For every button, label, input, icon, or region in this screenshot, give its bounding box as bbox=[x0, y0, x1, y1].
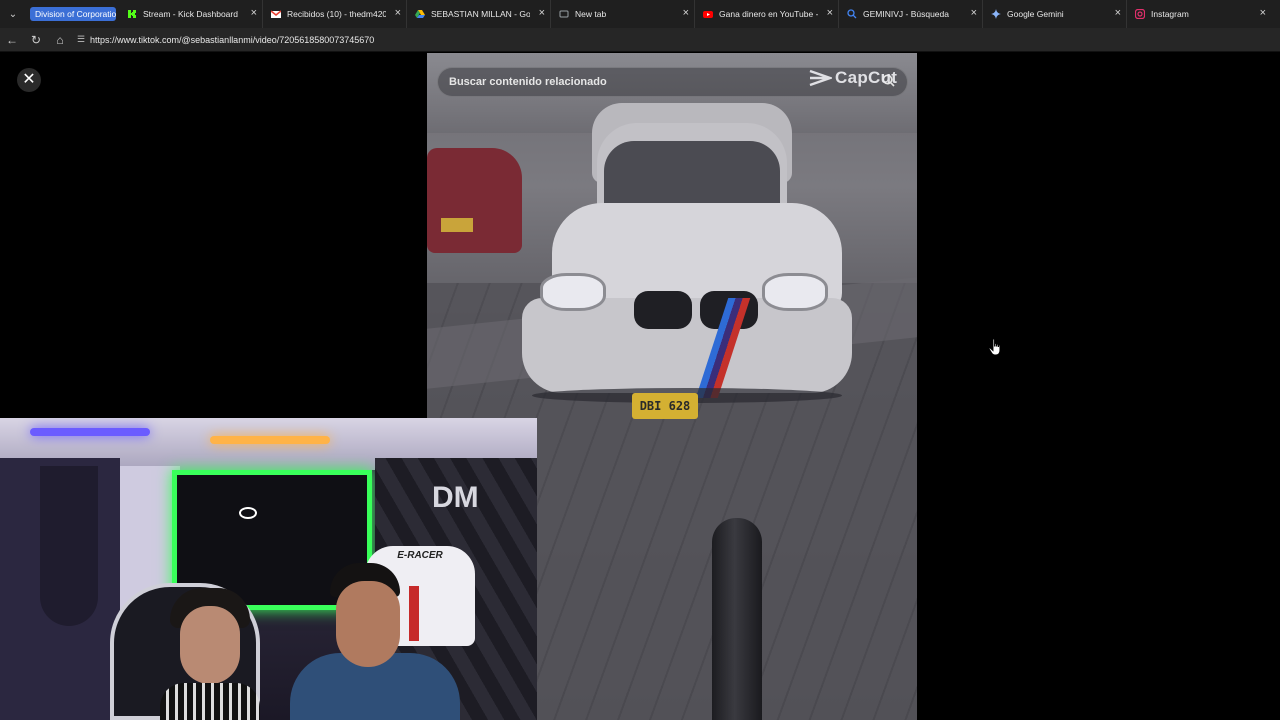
tab-google-drive[interactable]: SEBASTIAN MILLAN - Google × bbox=[407, 0, 551, 28]
site-settings-icon[interactable]: ☰ bbox=[72, 34, 90, 45]
back-arrow-icon[interactable]: ← bbox=[0, 28, 24, 52]
tab-gemini[interactable]: Google Gemini × bbox=[983, 0, 1127, 28]
tab-kick-dashboard[interactable]: Stream - Kick Dashboard × bbox=[119, 0, 263, 28]
instagram-icon bbox=[1135, 9, 1145, 19]
close-tab-icon[interactable]: × bbox=[395, 8, 401, 19]
capcut-watermark: CapCut bbox=[808, 67, 897, 89]
cam-led-purple bbox=[30, 428, 150, 436]
newtab-icon bbox=[559, 9, 569, 19]
tab-label: Recibidos (10) - thedm420@ bbox=[287, 9, 386, 19]
cam-person-right bbox=[290, 563, 460, 720]
watermark-text: CapCut bbox=[835, 68, 898, 87]
youtube-icon bbox=[703, 9, 713, 19]
capcut-logo-icon bbox=[809, 69, 832, 87]
close-tab-icon[interactable]: × bbox=[251, 8, 257, 19]
tab-google-search[interactable]: GEMINIVJ - Búsqueda × bbox=[839, 0, 983, 28]
url-text: https://www.tiktok.com/@sebastianllanmi/… bbox=[90, 34, 375, 45]
reload-icon[interactable]: ↻ bbox=[24, 28, 48, 52]
tab-label: Google Gemini bbox=[1007, 9, 1064, 19]
tab-group-label[interactable]: Division of Corporatio bbox=[30, 7, 116, 21]
tab-label: SEBASTIAN MILLAN - Google bbox=[431, 9, 530, 19]
video-scene-red-car bbox=[427, 148, 522, 253]
chair-brand-label: E-RACER bbox=[397, 550, 443, 561]
cam-person-left bbox=[160, 588, 260, 720]
car-grille-left bbox=[634, 291, 692, 329]
car-headlight-right bbox=[762, 273, 828, 311]
google-drive-icon bbox=[415, 9, 425, 19]
video-scene-bollard bbox=[712, 518, 762, 720]
tab-label: Gana dinero en YouTube - Yo bbox=[719, 9, 818, 19]
close-tab-icon[interactable]: × bbox=[827, 8, 833, 19]
close-tab-icon[interactable]: × bbox=[1115, 8, 1121, 19]
gemini-icon bbox=[991, 9, 1001, 19]
search-icon bbox=[847, 9, 857, 19]
url-field[interactable]: ☰ https://www.tiktok.com/@sebastianllanm… bbox=[72, 30, 1274, 50]
tab-label: New tab bbox=[575, 9, 607, 19]
person-left-shirt bbox=[160, 683, 260, 720]
webcam-overlay: DM E-RACER bbox=[0, 418, 537, 720]
tab-youtube[interactable]: Gana dinero en YouTube - Yo × bbox=[695, 0, 839, 28]
video-scene-white-car: DBI 628 bbox=[522, 123, 852, 419]
tab-new-tab[interactable]: New tab × bbox=[551, 0, 695, 28]
tab-label: GEMINIVJ - Búsqueda bbox=[863, 9, 949, 19]
tab-search-chevron-icon[interactable]: ⌄ bbox=[0, 0, 26, 28]
close-tab-icon[interactable]: × bbox=[683, 8, 689, 19]
car-headlight-left bbox=[540, 273, 606, 311]
tab-strip: ⌄ Division of Corporatio Stream - Kick D… bbox=[0, 0, 1280, 28]
tab-label: Instagram bbox=[1151, 9, 1189, 19]
hand-pointer-cursor-icon bbox=[988, 338, 1001, 356]
cam-ring-light bbox=[239, 507, 257, 519]
tab-label: Stream - Kick Dashboard bbox=[143, 9, 238, 19]
close-tab-icon[interactable]: × bbox=[1260, 8, 1266, 19]
car-license-plate: DBI 628 bbox=[632, 393, 698, 419]
home-icon[interactable]: ⌂ bbox=[48, 28, 72, 52]
address-bar: ← ↻ ⌂ ☰ https://www.tiktok.com/@sebastia… bbox=[0, 28, 1280, 52]
kick-icon bbox=[127, 9, 137, 19]
close-tab-icon[interactable]: × bbox=[539, 8, 545, 19]
tab-instagram[interactable]: Instagram × bbox=[1127, 0, 1271, 28]
close-tab-icon[interactable]: × bbox=[971, 8, 977, 19]
close-icon[interactable]: ✕ bbox=[17, 68, 41, 92]
cam-led-orange bbox=[210, 436, 330, 444]
tab-gmail[interactable]: Recibidos (10) - thedm420@ × bbox=[263, 0, 407, 28]
gmail-icon bbox=[271, 9, 281, 19]
cam-curtain bbox=[40, 466, 98, 626]
person-left-face bbox=[180, 606, 240, 684]
person-right-face bbox=[336, 581, 400, 667]
red-car-plate bbox=[441, 218, 473, 232]
